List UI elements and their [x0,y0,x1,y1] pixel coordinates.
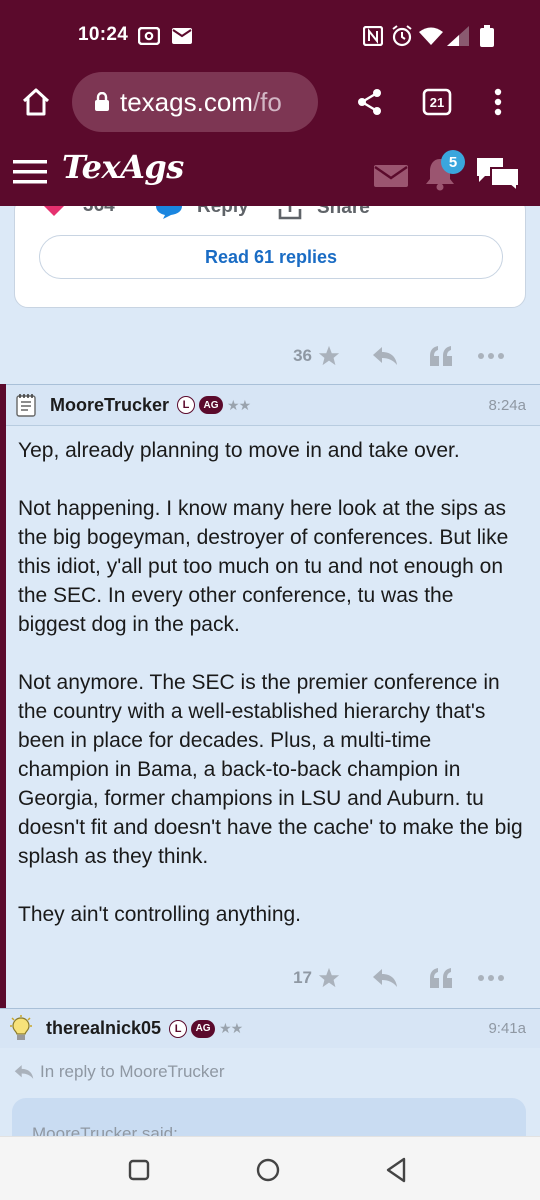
reply-username[interactable]: therealnick05 [46,1018,161,1039]
hamburger-menu-icon[interactable] [12,158,48,186]
read-replies-button[interactable]: Read 61 replies [39,235,503,279]
url-host: texags.com [120,86,253,117]
signal-icon [447,26,469,46]
chat-bubble-icon [156,206,182,219]
tab-switcher-button[interactable]: 21 [420,86,454,118]
wifi-icon [419,26,443,46]
reply-arrow-icon[interactable] [354,968,416,988]
post-header-reply: therealnick05 L AG ★★ 9:41a [0,1008,540,1048]
reply-label: Reply [197,206,249,217]
system-nav-bar [0,1136,540,1200]
recents-square-icon[interactable] [126,1157,152,1183]
in-reply-to-link[interactable]: In reply to MooreTrucker [14,1062,225,1082]
radio-icon [138,26,160,46]
share-label: Share [317,206,370,218]
previous-post-card: 364 Reply Share Read 61 replies [14,206,526,308]
home-icon[interactable] [18,84,54,120]
badge-l: L [177,396,196,414]
post-footer-main: 17 [293,966,516,990]
reply-arrow-icon [14,1065,34,1079]
post-body: Yep, already planning to move in and tak… [6,426,540,929]
post-paragraph: Yep, already planning to move in and tak… [18,439,460,462]
user-stars: ★★ [227,396,251,413]
url-path: /fo [252,86,282,117]
share-icon[interactable] [352,84,388,120]
post-moore-trucker: MooreTrucker L AG ★★ 8:24a Yep, already … [0,384,540,1008]
battery-icon [480,25,494,47]
reply-button[interactable]: Reply [155,206,249,219]
quote-icon[interactable] [416,346,466,366]
quote-icon[interactable] [416,968,466,988]
more-horiz-icon[interactable] [466,974,516,982]
post-paragraph: They ain't controlling anything. [18,903,302,926]
star-count: 17 [293,968,312,987]
nfc-icon [363,26,383,46]
badge-ag: AG [191,1019,216,1038]
thread-content: 364 Reply Share Read 61 replies 36 [0,206,540,1136]
status-bar: 10:24 [0,0,540,70]
post-footer-previous: 36 [293,344,516,368]
alarm-icon [391,25,413,47]
star-count: 36 [293,346,312,365]
notepad-icon [16,393,36,417]
chat-icon[interactable] [474,156,522,192]
site-logo[interactable]: TexAgs [62,148,184,186]
post-paragraph: Not happening. I know many here look at … [18,497,509,636]
browser-toolbar: texags.com/fo 21 [0,70,540,134]
badge-l: L [169,1019,188,1038]
messages-icon[interactable] [372,164,410,188]
back-triangle-icon[interactable] [382,1156,410,1184]
lightbulb-icon [8,1014,34,1043]
in-reply-label: In reply to MooreTrucker [40,1062,225,1081]
more-vert-icon[interactable] [484,84,512,120]
reply-arrow-icon[interactable] [354,346,416,366]
star-icon[interactable] [316,345,342,367]
user-stars: ★★ [219,1020,243,1036]
post-paragraph: Not anymore. The SEC is the premier conf… [18,671,523,868]
status-time: 10:24 [78,24,129,45]
tab-count: 21 [429,94,445,110]
quote-author: MooreTrucker said: [32,1124,178,1136]
post-username[interactable]: MooreTrucker [50,395,169,416]
lock-icon [94,92,110,112]
like-button[interactable]: 364 [41,206,115,217]
like-count: 364 [83,206,115,217]
mail-icon [172,26,192,46]
more-horiz-icon[interactable] [466,352,516,360]
star-icon[interactable] [316,967,342,989]
post-header: MooreTrucker L AG ★★ 8:24a [6,384,540,426]
home-circle-icon[interactable] [254,1156,282,1184]
badge-ag: AG [199,396,224,414]
post-time: 8:24a [488,396,526,414]
heart-icon [44,206,64,216]
notification-badge: 5 [441,150,465,174]
address-bar[interactable]: texags.com/fo [72,72,318,132]
reply-time: 9:41a [488,1020,526,1037]
share-button[interactable]: Share [277,206,370,221]
upload-share-icon [278,206,302,220]
quote-preview: MooreTrucker said: [12,1098,526,1136]
